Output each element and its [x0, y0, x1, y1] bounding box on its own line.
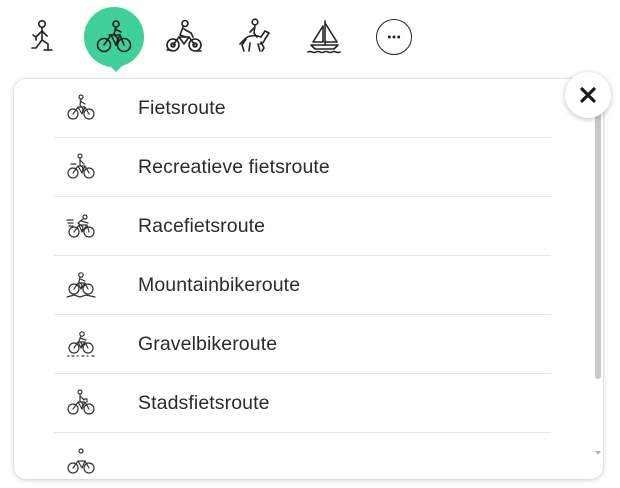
cyclist-icon — [96, 20, 132, 53]
activity-bar — [0, 0, 620, 80]
more-icon — [376, 19, 412, 55]
route-item-fietsroute[interactable]: Fietsroute — [54, 79, 551, 138]
route-item-label: Fietsroute — [138, 96, 226, 119]
route-item-label: Mountainbikeroute — [138, 273, 301, 296]
citybike-icon — [66, 388, 96, 418]
close-button[interactable] — [565, 72, 611, 118]
racebike-icon — [66, 211, 96, 241]
route-item-gravelbikeroute[interactable]: Gravelbikeroute — [54, 315, 551, 374]
active-pointer — [108, 64, 124, 72]
gravelbike-icon — [66, 329, 96, 359]
activity-hiking[interactable] — [12, 7, 72, 67]
route-item-label: Recreatieve fietsroute — [138, 155, 330, 178]
route-item-stadsfietsroute[interactable]: Stadsfietsroute — [54, 374, 551, 433]
route-item-recreatieve-fietsroute[interactable]: Recreatieve fietsroute — [54, 138, 551, 197]
route-item-label: Racefietsroute — [138, 214, 266, 237]
activity-sailing[interactable] — [294, 7, 354, 67]
bike-icon — [66, 93, 96, 123]
motorbike-icon — [166, 19, 202, 52]
activity-more[interactable] — [364, 7, 424, 67]
activity-horse-riding[interactable] — [224, 7, 284, 67]
scroll-down-arrow-icon[interactable] — [595, 451, 601, 455]
activity-cycling[interactable] — [84, 7, 144, 67]
close-icon — [580, 87, 596, 103]
mountainbike-icon — [66, 270, 96, 300]
route-item-label: Stadsfietsroute — [138, 391, 270, 414]
route-type-list: Fietsroute Recreatieve fietsroute Racefi… — [54, 79, 551, 479]
route-item-label: Gravelbikeroute — [138, 332, 278, 355]
bike-icon — [66, 447, 96, 477]
dots-icon — [387, 35, 401, 39]
scrollbar-thumb[interactable] — [595, 111, 601, 379]
route-type-panel: Fietsroute Recreatieve fietsroute Racefi… — [14, 79, 603, 479]
route-item-racefietsroute[interactable]: Racefietsroute — [54, 197, 551, 256]
sailboat-icon — [307, 20, 341, 54]
route-item-partial[interactable] — [54, 433, 551, 479]
activity-motorbike[interactable] — [154, 7, 214, 67]
route-item-mountainbikeroute[interactable]: Mountainbikeroute — [54, 256, 551, 315]
recreational-bike-icon — [66, 152, 96, 182]
horse-rider-icon — [239, 18, 270, 52]
hiker-icon — [31, 19, 53, 51]
scrollbar[interactable] — [595, 111, 601, 461]
